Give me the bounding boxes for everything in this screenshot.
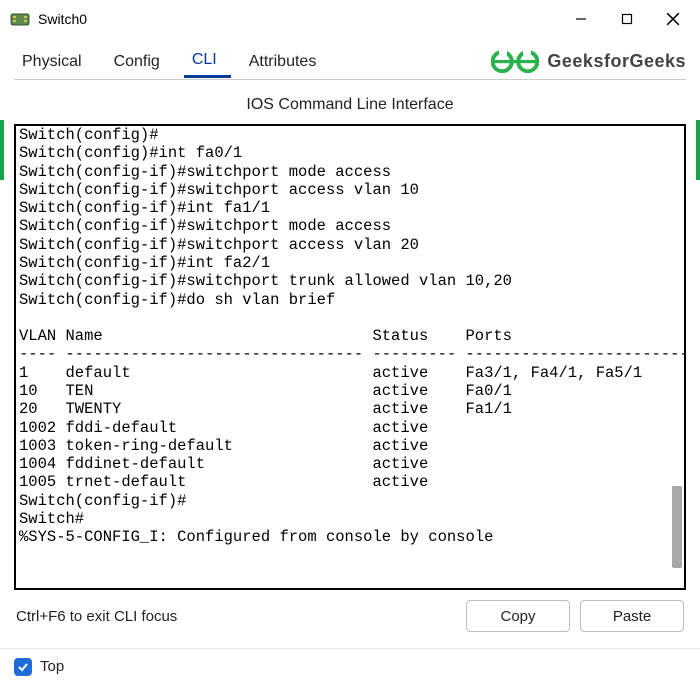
top-checkbox-label: Top bbox=[40, 658, 64, 675]
cli-panel: IOS Command Line Interface Switch(config… bbox=[14, 80, 686, 632]
copy-button[interactable]: Copy bbox=[466, 600, 570, 632]
tab-attributes[interactable]: Attributes bbox=[241, 47, 331, 77]
paste-button[interactable]: Paste bbox=[580, 600, 684, 632]
bottom-bar: Top bbox=[0, 648, 700, 684]
cli-footer: Ctrl+F6 to exit CLI focus Copy Paste bbox=[14, 590, 686, 632]
app-icon bbox=[10, 9, 30, 29]
close-button[interactable] bbox=[650, 3, 696, 35]
tab-bar: Physical Config CLI Attributes GeeksforG… bbox=[14, 44, 686, 80]
top-checkbox[interactable] bbox=[14, 658, 32, 676]
terminal-output[interactable]: Switch(config)# Switch(config)#int fa0/1… bbox=[14, 124, 686, 590]
cli-heading: IOS Command Line Interface bbox=[14, 88, 686, 124]
titlebar: Switch0 bbox=[0, 0, 700, 38]
maximize-button[interactable] bbox=[604, 3, 650, 35]
window-edge-left bbox=[0, 120, 4, 180]
minimize-button[interactable] bbox=[558, 3, 604, 35]
app-body: Physical Config CLI Attributes GeeksforG… bbox=[0, 38, 700, 632]
tab-config[interactable]: Config bbox=[106, 47, 174, 77]
geeksforgeeks-logo-icon bbox=[491, 48, 539, 76]
window-title: Switch0 bbox=[38, 11, 558, 27]
terminal-wrapper: Switch(config)# Switch(config)#int fa0/1… bbox=[14, 124, 686, 590]
cli-focus-hint: Ctrl+F6 to exit CLI focus bbox=[16, 608, 456, 625]
window-edge-right bbox=[696, 120, 700, 180]
tab-physical[interactable]: Physical bbox=[14, 47, 96, 77]
brand-text: GeeksforGeeks bbox=[547, 51, 686, 72]
tab-cli[interactable]: CLI bbox=[184, 45, 231, 78]
terminal-scrollbar[interactable] bbox=[672, 486, 682, 568]
brand: GeeksforGeeks bbox=[491, 48, 686, 76]
window-controls bbox=[558, 3, 696, 35]
